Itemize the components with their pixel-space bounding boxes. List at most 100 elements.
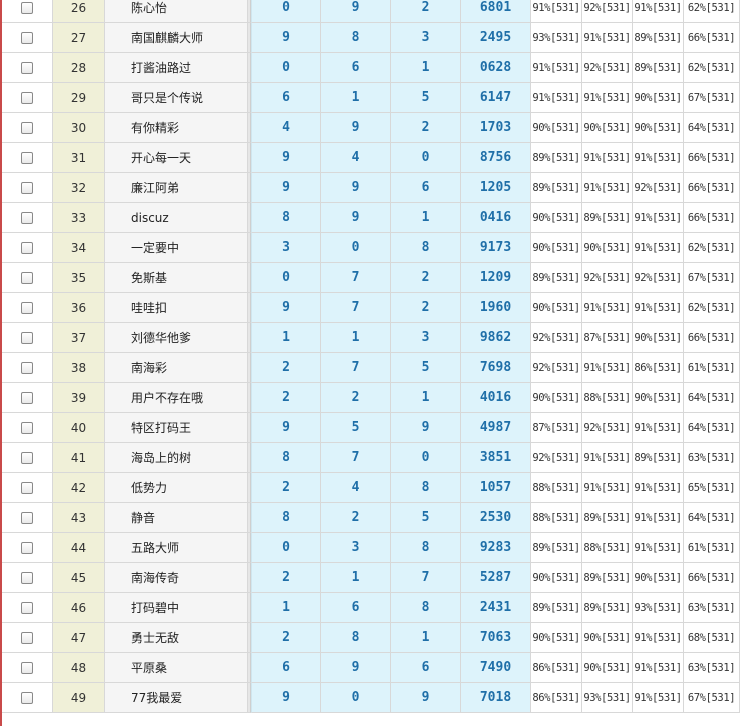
code-number: 5287 <box>461 563 531 593</box>
row-checkbox[interactable] <box>21 91 33 104</box>
rate-3: 91%[531] <box>633 143 684 173</box>
rate-1: 90%[531] <box>531 563 582 593</box>
digit-1: 0 <box>251 0 321 23</box>
row-select-cell <box>2 593 53 623</box>
row-checkbox[interactable] <box>21 511 33 524</box>
digit-1: 9 <box>251 683 321 713</box>
row-checkbox[interactable] <box>21 61 33 74</box>
user-name: 开心每一天 <box>105 143 248 173</box>
row-checkbox[interactable] <box>21 691 33 704</box>
row-checkbox[interactable] <box>21 391 33 404</box>
rate-4: 67%[531] <box>684 83 740 113</box>
table-row: 43 静音 8 2 5 2530 88%[531] 89%[531] 91%[531] 64%[5… <box>2 503 740 533</box>
rate-4: 64%[531] <box>684 113 740 143</box>
user-name: 免斯基 <box>105 263 248 293</box>
rate-1: 90%[531] <box>531 113 582 143</box>
rate-3: 91%[531] <box>633 623 684 653</box>
rate-2: 92%[531] <box>582 0 633 23</box>
row-select-cell <box>2 653 53 683</box>
user-name: 勇士无敌 <box>105 623 248 653</box>
row-checkbox[interactable] <box>21 31 33 44</box>
row-checkbox[interactable] <box>21 1 33 14</box>
user-name: 有你精彩 <box>105 113 248 143</box>
code-number: 1209 <box>461 263 531 293</box>
digit-3: 8 <box>391 533 461 563</box>
rate-2: 89%[531] <box>582 593 633 623</box>
digit-2: 5 <box>321 413 391 443</box>
digit-3: 3 <box>391 323 461 353</box>
row-select-cell <box>2 173 53 203</box>
digit-3: 1 <box>391 203 461 233</box>
digit-3: 0 <box>391 143 461 173</box>
row-select-cell <box>2 383 53 413</box>
code-number: 6801 <box>461 0 531 23</box>
rate-2: 88%[531] <box>582 533 633 563</box>
rate-1: 92%[531] <box>531 443 582 473</box>
row-checkbox[interactable] <box>21 331 33 344</box>
digit-3: 2 <box>391 293 461 323</box>
rate-1: 89%[531] <box>531 533 582 563</box>
rate-4: 62%[531] <box>684 233 740 263</box>
rate-3: 91%[531] <box>633 293 684 323</box>
row-number: 40 <box>53 413 105 443</box>
row-checkbox[interactable] <box>21 211 33 224</box>
row-number: 47 <box>53 623 105 653</box>
digit-3: 8 <box>391 233 461 263</box>
digit-2: 4 <box>321 143 391 173</box>
row-checkbox[interactable] <box>21 181 33 194</box>
row-select-cell <box>2 203 53 233</box>
row-checkbox[interactable] <box>21 631 33 644</box>
rate-3: 89%[531] <box>633 443 684 473</box>
row-select-cell <box>2 473 53 503</box>
row-checkbox[interactable] <box>21 541 33 554</box>
row-checkbox[interactable] <box>21 601 33 614</box>
table-row: 44 五路大师 0 3 8 9283 89%[531] 88%[531] 91%[531] 61%… <box>2 533 740 563</box>
row-checkbox[interactable] <box>21 151 33 164</box>
rate-1: 88%[531] <box>531 503 582 533</box>
user-name: 哇哇扣 <box>105 293 248 323</box>
user-name: 用户不存在哦 <box>105 383 248 413</box>
table-row: 30 有你精彩 4 9 2 1703 90%[531] 90%[531] 90%[531] 64%… <box>2 113 740 143</box>
rate-3: 90%[531] <box>633 323 684 353</box>
row-checkbox[interactable] <box>21 451 33 464</box>
rate-3: 89%[531] <box>633 53 684 83</box>
rate-2: 92%[531] <box>582 413 633 443</box>
table-row: 48 平原桑 6 9 6 7490 86%[531] 90%[531] 91%[531] 63%[… <box>2 653 740 683</box>
rate-3: 91%[531] <box>633 413 684 443</box>
rate-2: 89%[531] <box>582 563 633 593</box>
row-number: 43 <box>53 503 105 533</box>
row-number: 29 <box>53 83 105 113</box>
table-row: 33 discuz 8 9 1 0416 90%[531] 89%[531] 91%[531] 6… <box>2 203 740 233</box>
user-name: 陈心怡 <box>105 0 248 23</box>
row-select-cell <box>2 263 53 293</box>
rate-4: 66%[531] <box>684 563 740 593</box>
row-checkbox[interactable] <box>21 661 33 674</box>
row-checkbox[interactable] <box>21 301 33 314</box>
rate-1: 87%[531] <box>531 413 582 443</box>
code-number: 2495 <box>461 23 531 53</box>
digit-3: 9 <box>391 413 461 443</box>
row-checkbox[interactable] <box>21 241 33 254</box>
rate-2: 90%[531] <box>582 653 633 683</box>
code-number: 9173 <box>461 233 531 263</box>
digit-2: 0 <box>321 683 391 713</box>
row-number: 26 <box>53 0 105 23</box>
digit-3: 1 <box>391 383 461 413</box>
rate-2: 91%[531] <box>582 23 633 53</box>
row-checkbox[interactable] <box>21 571 33 584</box>
rate-1: 90%[531] <box>531 293 582 323</box>
row-checkbox[interactable] <box>21 421 33 434</box>
user-name: 特区打码王 <box>105 413 248 443</box>
row-checkbox[interactable] <box>21 481 33 494</box>
table-row: 37 刘德华他爹 1 1 3 9862 92%[531] 87%[531] 90%[531] 66… <box>2 323 740 353</box>
row-number: 30 <box>53 113 105 143</box>
row-select-cell <box>2 503 53 533</box>
row-select-cell <box>2 0 53 23</box>
row-checkbox[interactable] <box>21 121 33 134</box>
digit-2: 8 <box>321 23 391 53</box>
user-name: 南国麒麟大师 <box>105 23 248 53</box>
row-checkbox[interactable] <box>21 271 33 284</box>
row-checkbox[interactable] <box>21 361 33 374</box>
row-select-cell <box>2 53 53 83</box>
row-number: 49 <box>53 683 105 713</box>
